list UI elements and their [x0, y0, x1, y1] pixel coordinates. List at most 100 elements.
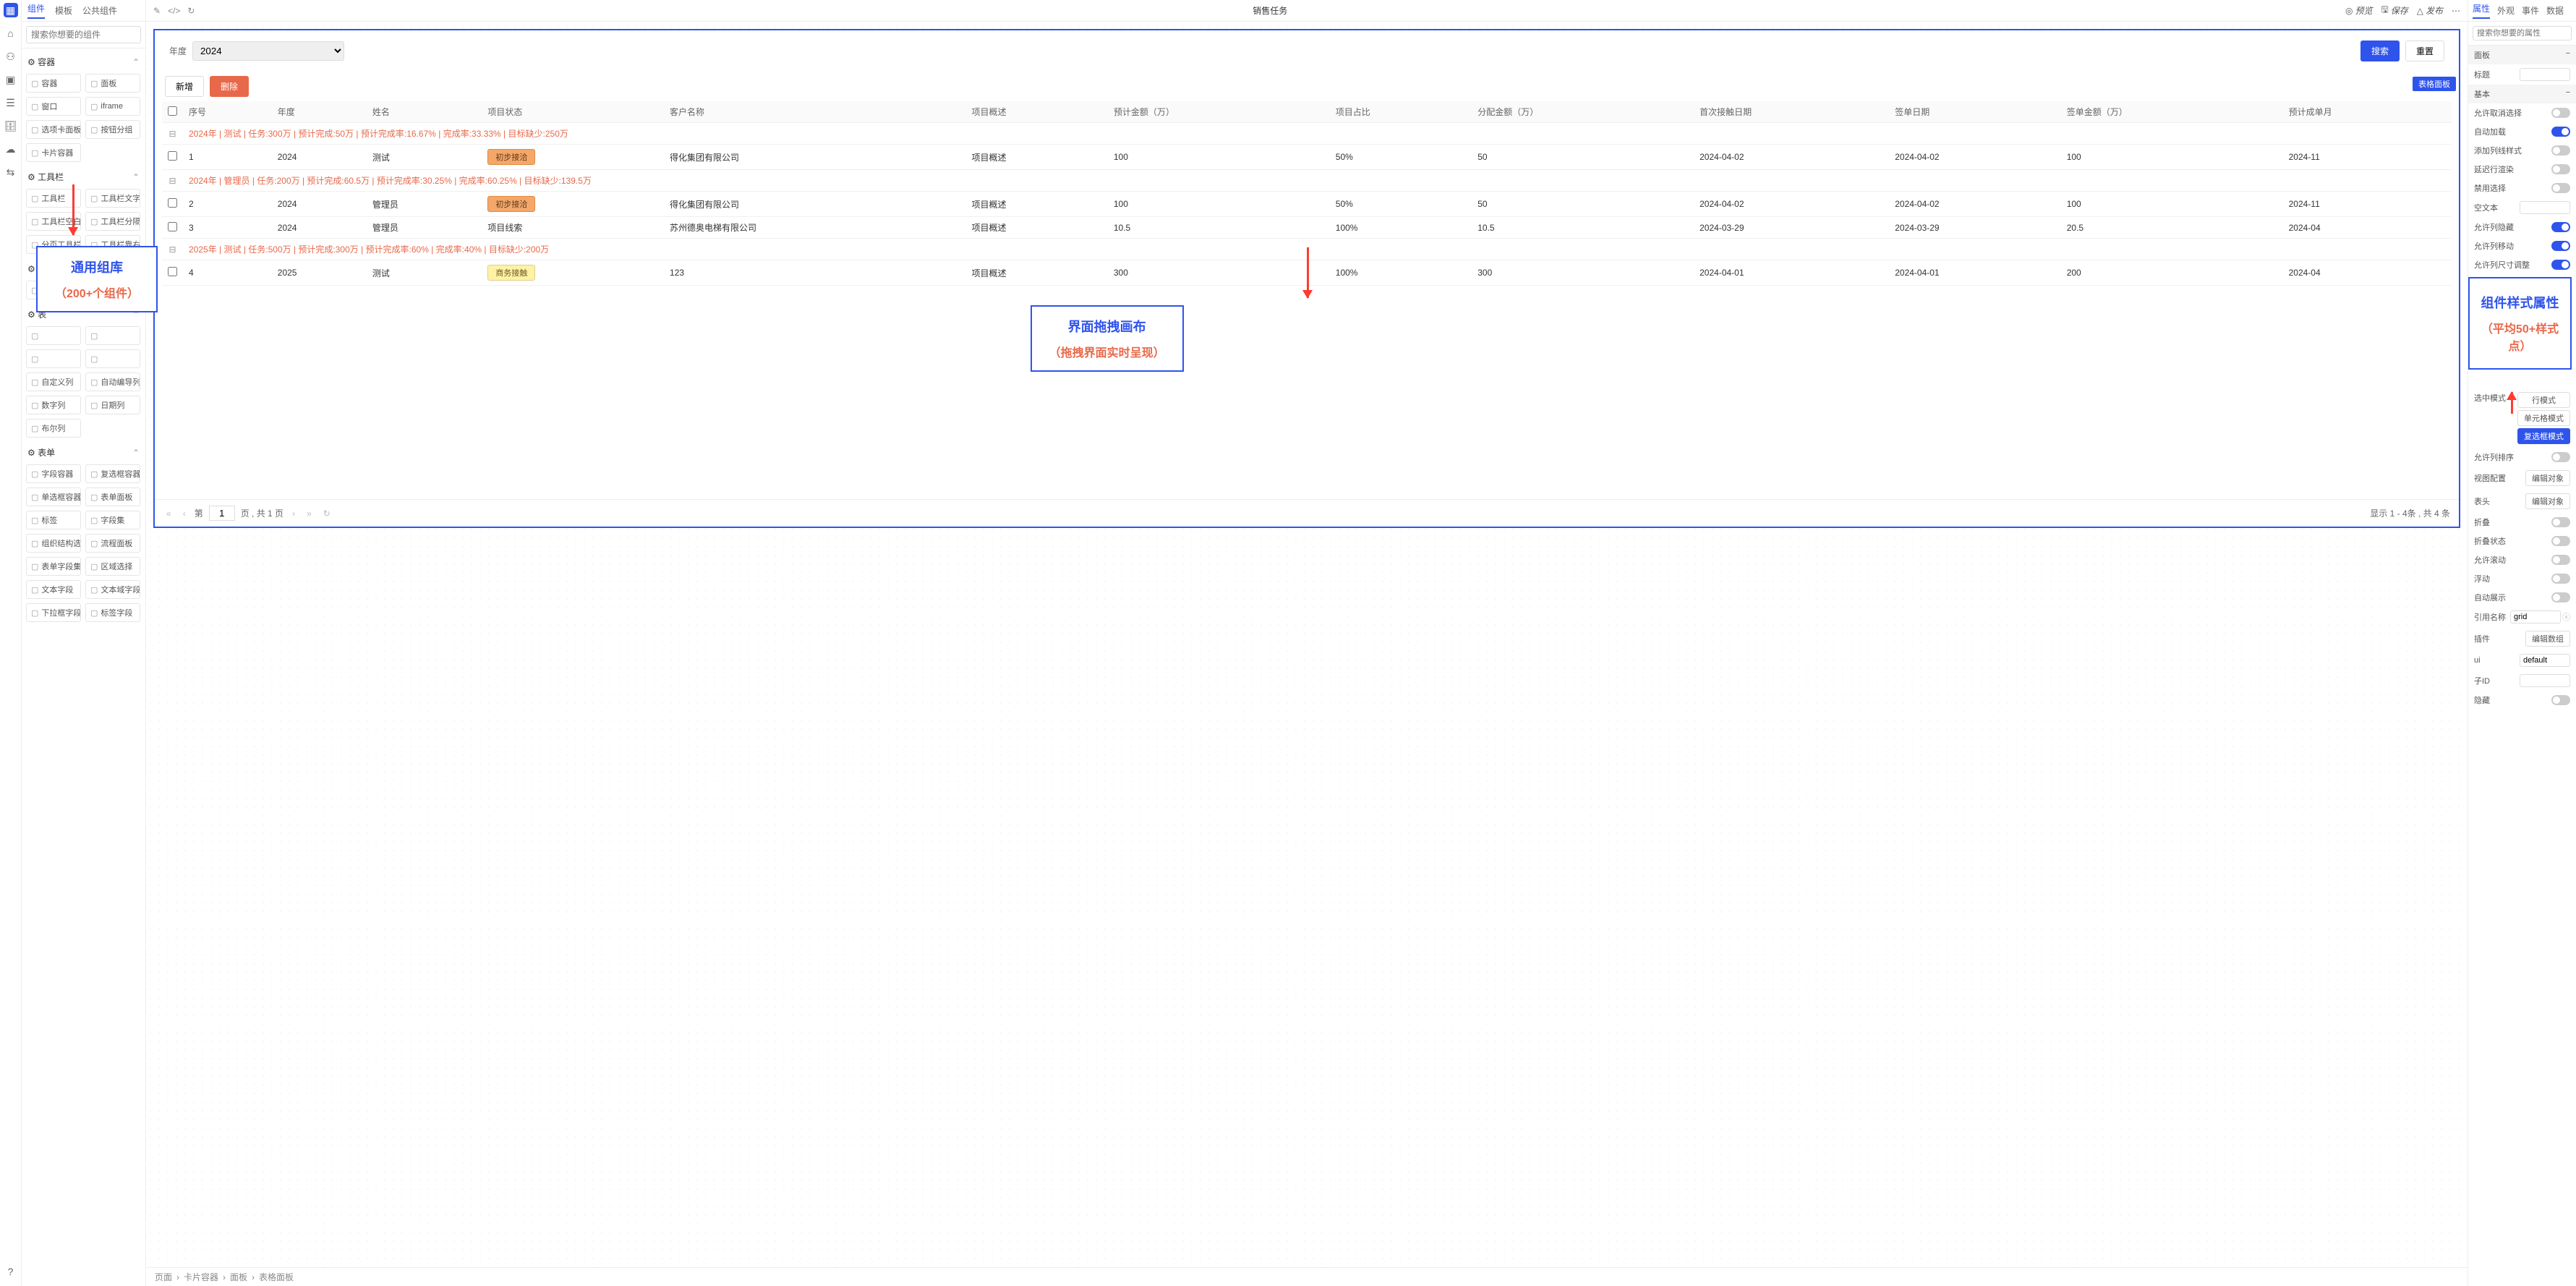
- mode-cell[interactable]: 单元格模式: [2517, 410, 2570, 426]
- toggle-collapsestate[interactable]: [2551, 536, 2570, 546]
- tab-appearance[interactable]: 外观: [2497, 4, 2515, 17]
- component-item[interactable]: ▢自定义列: [26, 372, 81, 391]
- publish-button[interactable]: △ 发布: [2417, 3, 2443, 18]
- grid-icon[interactable]: ▦: [4, 3, 18, 17]
- column-header[interactable]: 预计成单月: [2283, 101, 2452, 123]
- column-header[interactable]: 签单日期: [1889, 101, 2060, 123]
- component-search-input[interactable]: [26, 26, 141, 43]
- share-icon[interactable]: ⇆: [4, 165, 18, 179]
- component-item[interactable]: ▢按钮分组: [85, 120, 140, 139]
- select-all-checkbox[interactable]: [168, 106, 177, 116]
- table-row[interactable]: 22024管理员初步接洽得化集团有限公司项目概述10050%502024-04-…: [162, 192, 2452, 217]
- toggle-disable[interactable]: [2551, 183, 2570, 193]
- toggle-autoload[interactable]: [2551, 127, 2570, 137]
- component-item[interactable]: ▢区域选择: [85, 557, 140, 576]
- toggle-float[interactable]: [2551, 574, 2570, 584]
- layers-icon[interactable]: ☰: [4, 95, 18, 110]
- component-item[interactable]: ▢文本域字段: [85, 580, 140, 599]
- delete-button[interactable]: 删除: [210, 76, 249, 97]
- collapse-icon[interactable]: −: [2566, 88, 2570, 100]
- pager-prev-icon[interactable]: ‹: [180, 508, 189, 519]
- expand-icon[interactable]: ⊟: [169, 129, 176, 139]
- box-icon[interactable]: ▣: [4, 72, 18, 87]
- header-button[interactable]: 编辑对象: [2525, 493, 2570, 509]
- mode-row[interactable]: 行模式: [2517, 392, 2570, 408]
- column-header[interactable]: 项目状态: [482, 101, 664, 123]
- crumb-item[interactable]: 表格面板: [259, 1271, 294, 1283]
- column-header[interactable]: 分配金额（万）: [1472, 101, 1694, 123]
- crumb-item[interactable]: 卡片容器: [184, 1271, 218, 1283]
- view-config-button[interactable]: 编辑对象: [2525, 470, 2570, 486]
- component-item[interactable]: ▢: [85, 326, 140, 345]
- db-icon[interactable]: 🗄: [4, 119, 18, 133]
- toggle-colmove[interactable]: [2551, 241, 2570, 251]
- crumb-item[interactable]: 页面: [155, 1271, 172, 1283]
- component-item[interactable]: ▢: [85, 349, 140, 368]
- home-icon[interactable]: ⌂: [4, 26, 18, 41]
- column-header[interactable]: [162, 101, 183, 123]
- tab-components[interactable]: 组件: [27, 2, 45, 19]
- component-item[interactable]: ▢表单面板: [85, 487, 140, 506]
- component-item[interactable]: ▢布尔列: [26, 419, 81, 438]
- toggle-deselect[interactable]: [2551, 108, 2570, 118]
- toggle-autoshow[interactable]: [2551, 592, 2570, 602]
- component-item[interactable]: ▢下拉框字段: [26, 603, 81, 622]
- pager-first-icon[interactable]: «: [163, 508, 174, 519]
- clear-icon[interactable]: ⓧ: [2562, 611, 2570, 623]
- page-input[interactable]: [209, 506, 235, 521]
- component-item[interactable]: ▢复选框容器: [85, 464, 140, 483]
- year-select[interactable]: 2024: [192, 41, 344, 61]
- tab-events[interactable]: 事件: [2522, 4, 2539, 17]
- toggle-colsort[interactable]: [2551, 452, 2570, 462]
- row-checkbox[interactable]: [168, 151, 177, 161]
- component-item[interactable]: ▢日期列: [85, 396, 140, 414]
- refresh-icon[interactable]: ↻: [187, 6, 195, 16]
- ref-name-input[interactable]: [2510, 610, 2561, 623]
- component-item[interactable]: ▢单选框容器: [26, 487, 81, 506]
- group-head[interactable]: ⚙ 工具栏⌃: [26, 166, 141, 187]
- component-item[interactable]: ▢流程面板: [85, 534, 140, 553]
- component-item[interactable]: ▢表单字段集: [26, 557, 81, 576]
- design-canvas[interactable]: 年度 2024 搜索 重置 表格面板 新增 删除 序号年度姓名项目状态客户名称项…: [153, 29, 2460, 528]
- column-header[interactable]: 项目概述: [965, 101, 1107, 123]
- component-item[interactable]: ▢工具栏分隔标识: [85, 212, 140, 231]
- column-header[interactable]: 姓名: [367, 101, 482, 123]
- table-row[interactable]: 12024测试初步接洽得化集团有限公司项目概述10050%502024-04-0…: [162, 145, 2452, 170]
- expand-icon[interactable]: ⊟: [169, 176, 176, 186]
- save-button[interactable]: 🖫 保存: [2381, 3, 2408, 18]
- component-item[interactable]: ▢工具栏文字: [85, 189, 140, 208]
- component-item[interactable]: ▢文本字段: [26, 580, 81, 599]
- empty-text-input[interactable]: [2520, 201, 2570, 214]
- column-header[interactable]: 首次接触日期: [1694, 101, 1889, 123]
- column-header[interactable]: 年度: [272, 101, 367, 123]
- crumb-item[interactable]: 面板: [230, 1271, 247, 1283]
- edit-icon[interactable]: ✎: [153, 6, 161, 16]
- collapse-icon[interactable]: −: [2566, 49, 2570, 61]
- component-item[interactable]: ▢标签: [26, 511, 81, 529]
- column-header[interactable]: 签单金额（万）: [2061, 101, 2283, 123]
- component-item[interactable]: ▢自动编导列: [85, 372, 140, 391]
- tab-data[interactable]: 数据: [2546, 4, 2564, 17]
- cloud-icon[interactable]: ☁: [4, 142, 18, 156]
- component-item[interactable]: ▢卡片容器: [26, 143, 81, 162]
- table-row[interactable]: 32024管理员项目线索苏州德奥电梯有限公司项目概述10.5100%10.520…: [162, 217, 2452, 239]
- tab-properties[interactable]: 属性: [2473, 2, 2490, 19]
- pager-last-icon[interactable]: »: [304, 508, 315, 519]
- row-checkbox[interactable]: [168, 267, 177, 276]
- plugin-button[interactable]: 编辑数组: [2525, 631, 2570, 647]
- tab-templates[interactable]: 模板: [55, 4, 72, 17]
- help-icon[interactable]: ?: [4, 1264, 18, 1279]
- toggle-defer[interactable]: [2551, 164, 2570, 174]
- column-header[interactable]: 项目占比: [1330, 101, 1472, 123]
- add-button[interactable]: 新增: [165, 76, 204, 97]
- column-header[interactable]: 客户名称: [664, 101, 965, 123]
- toggle-colstyle[interactable]: [2551, 145, 2570, 156]
- title-input[interactable]: [2520, 68, 2570, 81]
- reset-button[interactable]: 重置: [2405, 41, 2444, 61]
- row-checkbox[interactable]: [168, 222, 177, 231]
- column-header[interactable]: 预计金额（万）: [1108, 101, 1330, 123]
- column-header[interactable]: 序号: [183, 101, 272, 123]
- search-button[interactable]: 搜索: [2360, 41, 2400, 61]
- sitemap-icon[interactable]: ⚇: [4, 49, 18, 64]
- component-item[interactable]: ▢面板: [85, 74, 140, 93]
